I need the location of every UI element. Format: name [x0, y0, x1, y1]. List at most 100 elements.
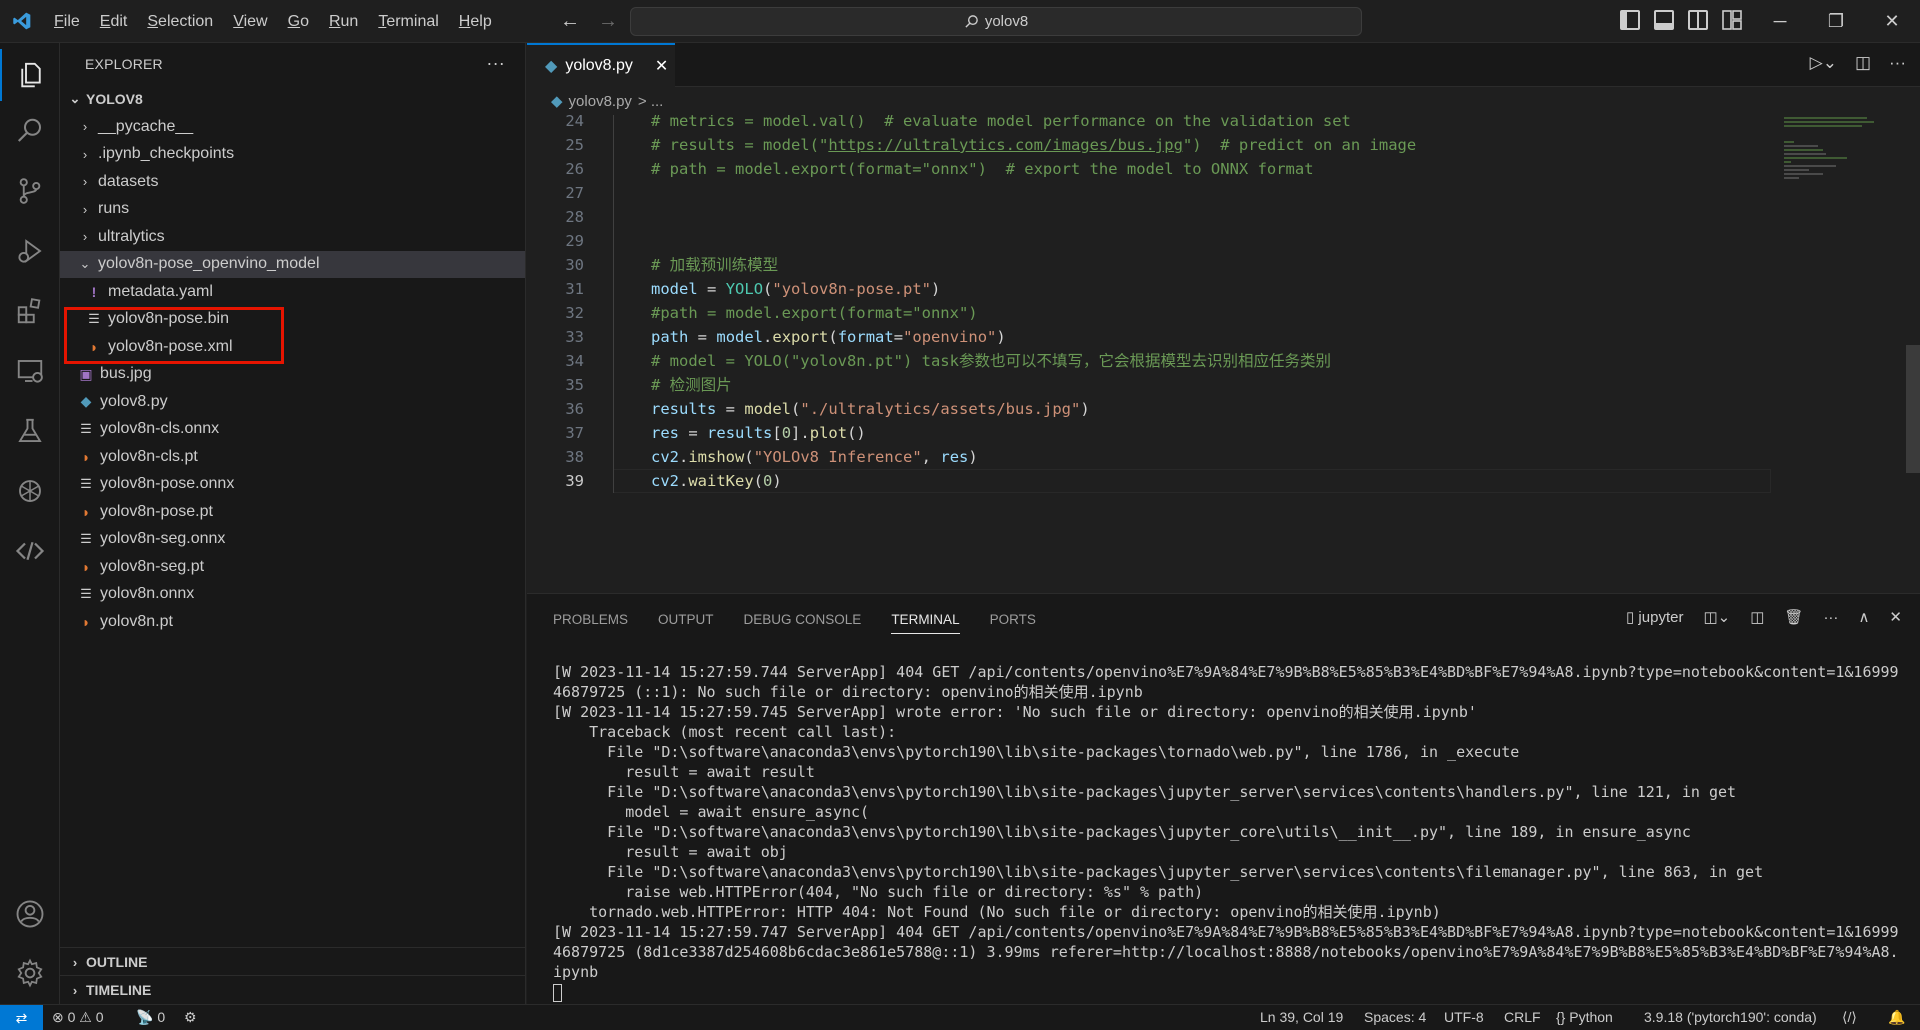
tree-file[interactable]: ☰ yolov8n-pose.onnx — [60, 471, 525, 499]
file-tree: › __pycache__ › .ipynb_checkpoints › datasets… — [60, 113, 525, 636]
customize-layout-icon[interactable] — [1722, 10, 1742, 30]
indentation[interactable]: Spaces: 4 — [1364, 1009, 1426, 1025]
search-icon[interactable] — [0, 105, 60, 157]
tree-folder[interactable]: › .ipynb_checkpoints — [60, 141, 525, 169]
minimap[interactable] — [1784, 115, 1884, 545]
ports-indicator[interactable]: 📡 0 — [136, 1009, 165, 1026]
line-number: 24 — [565, 115, 584, 130]
copilot-icon[interactable]: ⟨/⟩ — [1842, 1009, 1857, 1026]
forward-arrow-icon[interactable]: → — [598, 10, 618, 33]
terminal-output[interactable]: [W 2023-11-14 15:27:59.744 ServerApp] 40… — [553, 662, 1903, 1002]
code-editor[interactable]: 24 # metrics = model.val() # evaluate mod… — [527, 115, 1777, 545]
panel-tab-problems[interactable]: PROBLEMS — [553, 612, 628, 627]
tree-folder[interactable]: › __pycache__ — [60, 113, 525, 141]
timeline-section[interactable]: › TIMELINE — [60, 976, 526, 1004]
extensions-icon[interactable] — [0, 285, 60, 337]
toggle-secondary-sidebar-icon[interactable] — [1688, 10, 1708, 30]
rss-file-icon: ◗ — [81, 448, 91, 465]
tree-folder[interactable]: › datasets — [60, 168, 525, 196]
python-interpreter[interactable]: 3.9.18 ('pytorch190': conda) — [1644, 1009, 1817, 1025]
outline-section[interactable]: › OUTLINE — [60, 948, 526, 976]
menu-view[interactable]: View — [223, 0, 277, 43]
remote-indicator-icon[interactable]: ⇄ — [0, 1005, 43, 1030]
back-arrow-icon[interactable]: ← — [560, 10, 580, 33]
line-number: 27 — [565, 184, 584, 202]
tree-file[interactable]: ☰ yolov8n-seg.onnx — [60, 526, 525, 554]
run-python-file-icon[interactable]: ▷⌄ — [1810, 53, 1837, 73]
chevron-down-icon: ⌄ — [79, 256, 91, 272]
split-editor-icon[interactable]: ◫ — [1855, 53, 1871, 73]
tree-file[interactable]: ☰ yolov8n.onnx — [60, 581, 525, 609]
terminal-line: Traceback (most recent call last): — [553, 723, 897, 741]
source-control-icon[interactable] — [0, 165, 60, 217]
minimize-icon[interactable]: ─ — [1752, 0, 1808, 43]
menu-go[interactable]: Go — [278, 0, 319, 43]
panel-tab-terminal[interactable]: TERMINAL — [891, 612, 960, 634]
terminal-line: 46879725 (::1): No such file or director… — [553, 683, 1143, 701]
tree-folder[interactable]: › ultralytics — [60, 223, 525, 251]
tree-file[interactable]: ◗ yolov8n-cls.pt — [60, 443, 525, 471]
menu-file[interactable]: File — [44, 0, 90, 43]
panel-tab-ports[interactable]: PORTS — [990, 612, 1036, 627]
panel-tab-output[interactable]: OUTPUT — [658, 612, 714, 627]
more-actions-icon[interactable]: ··· — [1823, 609, 1838, 626]
accounts-icon[interactable] — [0, 888, 60, 940]
tree-file[interactable]: ◗ yolov8n-seg.pt — [60, 553, 525, 581]
toggle-primary-sidebar-icon[interactable] — [1620, 10, 1640, 30]
tree-file[interactable]: ◆ yolov8.py — [60, 388, 525, 416]
more-actions-icon[interactable]: ··· — [1889, 53, 1906, 73]
menu-run[interactable]: Run — [319, 0, 368, 43]
menu-help[interactable]: Help — [449, 0, 502, 43]
encoding[interactable]: UTF-8 — [1444, 1009, 1484, 1025]
breadcrumb-file[interactable]: yolov8.py — [569, 93, 632, 110]
chatgpt-icon[interactable] — [0, 465, 60, 517]
code-line: 33 path = model.export(format="openvino") — [527, 325, 1777, 349]
toggle-panel-icon[interactable] — [1654, 10, 1674, 30]
tree-file[interactable]: ▣ bus.jpg — [60, 361, 525, 389]
end-of-line[interactable]: CRLF — [1504, 1009, 1541, 1025]
line-number: 26 — [565, 160, 584, 178]
tree-file[interactable]: ! metadata.yaml — [60, 278, 525, 306]
new-terminal-icon[interactable]: ◫⌄ — [1703, 608, 1730, 626]
debug-launch-icon[interactable]: ⚙ — [184, 1009, 197, 1026]
close-panel-icon[interactable]: ✕ — [1889, 608, 1902, 626]
menu-edit[interactable]: Edit — [90, 0, 138, 43]
panel-tab-debug-console[interactable]: DEBUG CONSOLE — [744, 612, 862, 627]
breadcrumb-rest[interactable]: > ... — [638, 93, 663, 110]
line-number: 32 — [565, 304, 584, 322]
kill-terminal-icon[interactable]: 🗑 — [1784, 608, 1803, 626]
tree-file[interactable]: ◗ yolov8n-pose.pt — [60, 498, 525, 526]
menu-terminal[interactable]: Terminal — [368, 0, 448, 43]
command-center-search[interactable]: yolov8 — [630, 7, 1362, 36]
maximize-panel-icon[interactable]: ∧ — [1858, 608, 1869, 626]
code-snippet-icon[interactable] — [0, 525, 60, 577]
tree-file[interactable]: ☰ yolov8n-cls.onnx — [60, 416, 525, 444]
more-actions-icon[interactable]: ··· — [486, 53, 505, 74]
code-line: 37 res = results[0].plot() — [527, 421, 1777, 445]
split-terminal-icon[interactable]: ◫ — [1750, 608, 1764, 626]
testing-icon[interactable] — [0, 405, 60, 457]
tab-yolov8-py[interactable]: ◆ yolov8.py ✕ — [527, 43, 675, 87]
terminal-name: jupyter — [1638, 609, 1684, 626]
menu-selection[interactable]: Selection — [137, 0, 223, 43]
language-mode[interactable]: {} Python — [1556, 1009, 1613, 1025]
run-debug-icon[interactable] — [0, 225, 60, 277]
chevron-right-icon: › — [82, 174, 88, 190]
tree-file[interactable]: ◗ yolov8n.pt — [60, 608, 525, 636]
workspace-root[interactable]: ⌄ YOLOV8 — [60, 85, 525, 113]
close-window-icon[interactable]: ✕ — [1864, 0, 1920, 43]
notifications-bell-icon[interactable]: 🔔 — [1888, 1009, 1905, 1026]
close-tab-icon[interactable]: ✕ — [655, 56, 668, 76]
remote-explorer-icon[interactable] — [0, 345, 60, 397]
settings-gear-icon[interactable] — [0, 947, 60, 999]
tree-item-label: yolov8n.pt — [100, 612, 173, 630]
editor-scrollbar[interactable] — [1906, 345, 1920, 473]
restore-icon[interactable]: ❐ — [1808, 0, 1864, 43]
terminal-instance[interactable]: ▯ jupyter — [1626, 608, 1683, 626]
tree-folder[interactable]: › runs — [60, 196, 525, 224]
search-icon — [965, 15, 978, 28]
cursor-position[interactable]: Ln 39, Col 19 — [1260, 1009, 1343, 1025]
tree-folder[interactable]: ⌄ yolov8n-pose_openvino_model — [60, 250, 525, 278]
problems-indicator[interactable]: ⊗ 0 ⚠ 0 — [52, 1009, 104, 1026]
explorer-icon[interactable] — [0, 49, 60, 101]
